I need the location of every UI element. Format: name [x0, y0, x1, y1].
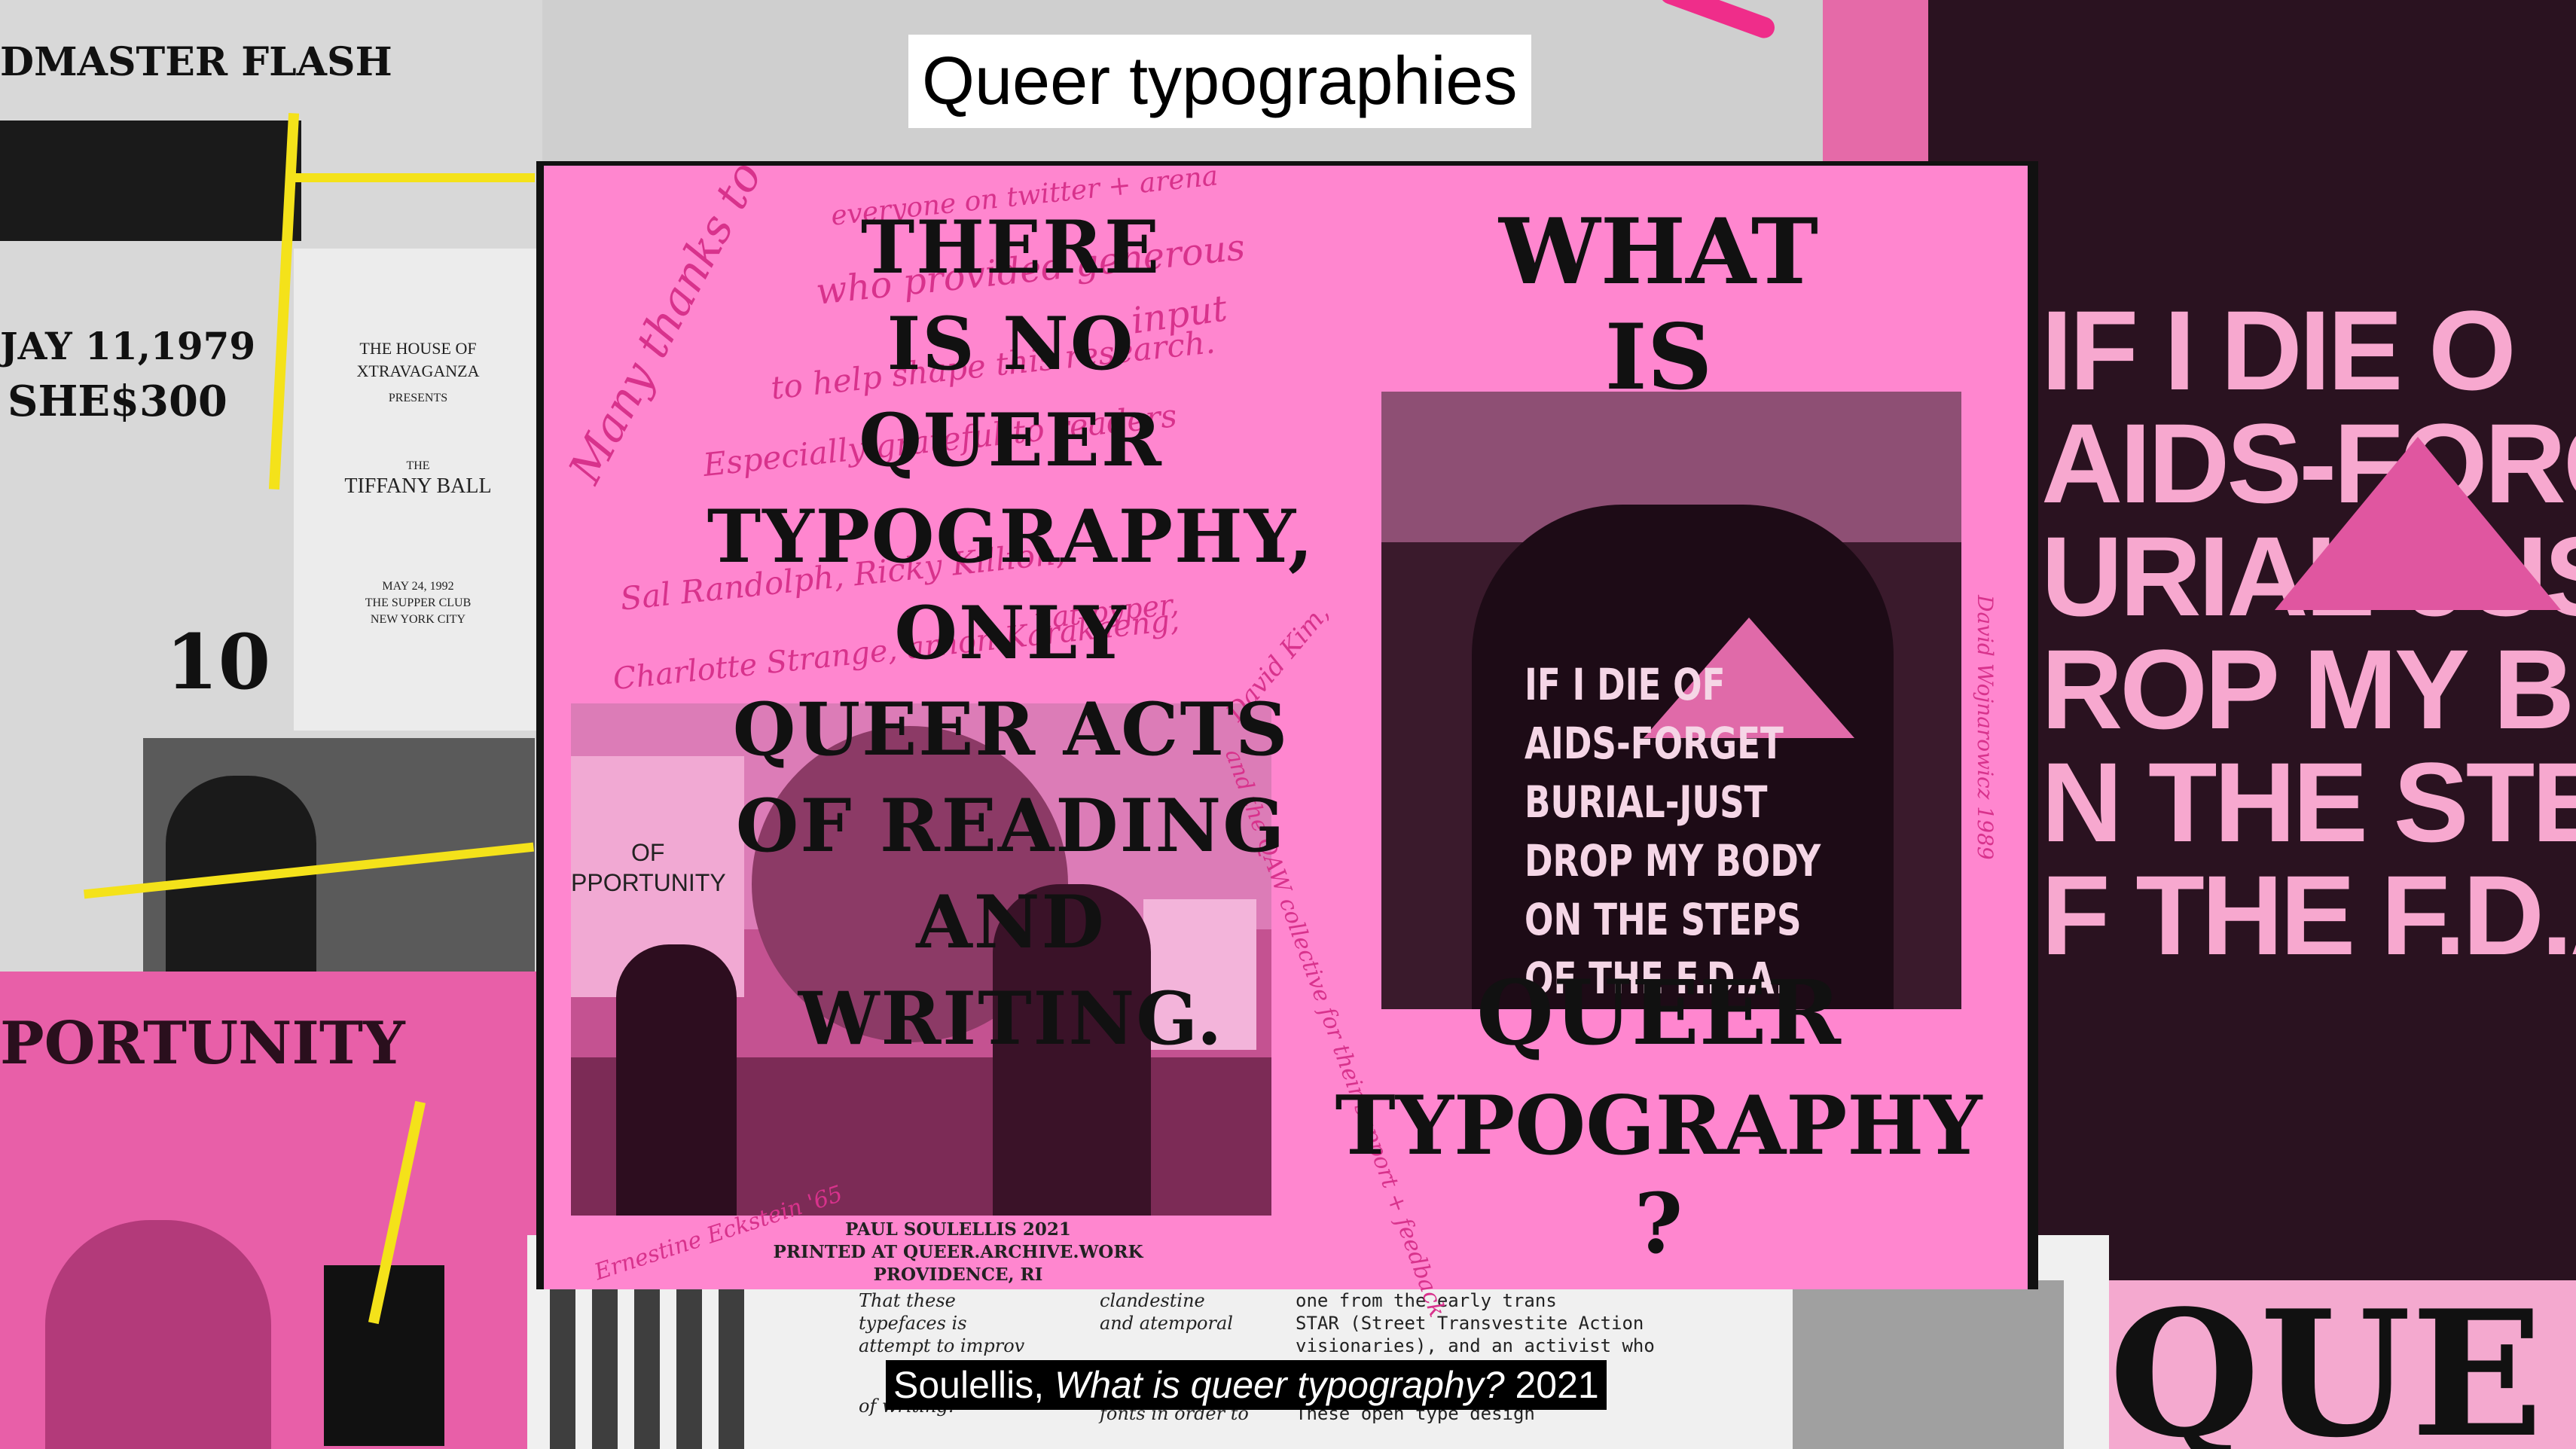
- left-poster-price: SHE$300: [8, 377, 227, 426]
- right-bottom-text: QUE: [2109, 1273, 2544, 1449]
- poster-text-line: F THE F.D.A: [2041, 852, 2576, 978]
- jacket-text: IF I DIE OF AIDS-FORGET BURIAL-JUST DROP…: [1525, 655, 1821, 1008]
- yellow-highlight: [286, 173, 535, 182]
- caption-author: Soulellis,: [893, 1364, 1055, 1406]
- zine-credit: PAUL SOULELLIS 2021 PRINTED AT QUEER.ARC…: [732, 1219, 1184, 1286]
- invitation-line: TIFFANY BALL: [344, 474, 492, 498]
- heading-line: OF READING: [735, 783, 1286, 868]
- left-page-heading: THERE IS NO QUEER TYPOGRAPHY, ONLY QUEER…: [627, 200, 1395, 1067]
- jacket-line: BURIAL-JUST: [1525, 776, 1768, 828]
- heading-is: IS: [1604, 304, 1713, 410]
- heading-line: THERE: [860, 205, 1161, 290]
- jacket-line: DROP MY BODY: [1525, 835, 1821, 886]
- hand-icon-grid: [550, 1280, 753, 1449]
- invitation-line: PRESENTS: [388, 392, 448, 404]
- heading-line: ONLY: [894, 590, 1128, 676]
- zine-spread: OF PPORTUNITY Many thanks to everyone on…: [536, 153, 2038, 1321]
- paper-line: and atemporal: [1100, 1313, 1233, 1334]
- caption-work-title: What is queer typography?: [1055, 1364, 1505, 1406]
- heading-line: IS NO: [887, 301, 1135, 386]
- paper-line: visionaries), and an activist who: [1296, 1335, 1655, 1356]
- invitation-line: MAY 24, 1992: [382, 580, 454, 593]
- invitation-line: THE HOUSE OF: [359, 339, 477, 358]
- poster-text-line: N THE STEP: [2041, 739, 2576, 865]
- jacket-line: AIDS-FORGET: [1525, 718, 1784, 769]
- left-poster-heading: DMASTER FLASH: [0, 39, 392, 85]
- bottom-right-photo: [1793, 1280, 2064, 1449]
- paper-line: typefaces is: [859, 1313, 967, 1334]
- handwriting-line: David Wojnarowicz 1989: [1973, 595, 1998, 860]
- credit-line: PAUL SOULELLIS 2021: [845, 1219, 1071, 1240]
- paper-line: attempt to improv: [859, 1335, 1025, 1356]
- heading-line: WRITING.: [798, 976, 1224, 1061]
- paper-line: That these: [859, 1290, 956, 1311]
- left-poster-block: [0, 120, 301, 241]
- heading-line: AND: [916, 880, 1106, 965]
- jacket-line: ON THE STEPS: [1525, 894, 1802, 945]
- right-page-question: QUEER TYPOGRAPHY ?: [1327, 956, 1990, 1265]
- jacket-silhouette: IF I DIE OF AIDS-FORGET BURIAL-JUST DROP…: [1472, 505, 1894, 1009]
- invitation-line: XTRAVAGANZA: [356, 361, 480, 380]
- paper-line: clandestine: [1100, 1290, 1205, 1311]
- paper-line: one from the early trans: [1296, 1290, 1557, 1311]
- caption-year: 2021: [1504, 1364, 1599, 1406]
- poster-text-line: IF I DIE O: [2041, 287, 2516, 413]
- question-line: TYPOGRAPHY: [1335, 1078, 1982, 1173]
- left-pink-portrait: [45, 1220, 271, 1449]
- question-line: QUEER: [1476, 960, 1841, 1065]
- left-pink-text: PORTUNITY: [0, 1009, 405, 1078]
- poster-text-line: ROP MY BO: [2041, 626, 2576, 752]
- image-caption: Soulellis, What is queer typography? 202…: [886, 1360, 1607, 1410]
- heading-line: QUEER ACTS: [732, 687, 1290, 772]
- jacket-line: IF I DIE OF: [1525, 659, 1726, 710]
- paper-line: STAR (Street Transvestite Action: [1296, 1313, 1644, 1334]
- act-up-photo: IF I DIE OF AIDS-FORGET BURIAL-JUST DROP…: [1381, 392, 1961, 1009]
- pink-marker-stroke: [1657, 0, 1778, 41]
- left-photo: [143, 738, 535, 979]
- invitation-line: THE: [406, 459, 430, 472]
- credit-line: PRINTED AT QUEER.ARCHIVE.WORK: [773, 1242, 1143, 1262]
- slide-title: Queer typographies: [908, 35, 1531, 128]
- credit-line: PROVIDENCE, RI: [873, 1264, 1043, 1285]
- ball-invitation: THE HOUSE OF XTRAVAGANZA PRESENTS THE TI…: [294, 249, 542, 731]
- pink-triangle-icon: [2275, 437, 2561, 610]
- invitation-line: THE SUPPER CLUB: [365, 596, 472, 609]
- heading-what: WHAT: [1499, 199, 1818, 305]
- question-mark: ?: [1634, 1175, 1683, 1272]
- invitation-line: NEW YORK CITY: [370, 613, 466, 626]
- heading-line: TYPOGRAPHY,: [707, 494, 1315, 579]
- left-poster-date: JAY 11,1979: [0, 324, 256, 368]
- heading-line: QUEER: [859, 398, 1163, 483]
- page-number-ten: 10: [166, 618, 271, 706]
- right-page-heading: WHAT IS: [1327, 196, 1990, 407]
